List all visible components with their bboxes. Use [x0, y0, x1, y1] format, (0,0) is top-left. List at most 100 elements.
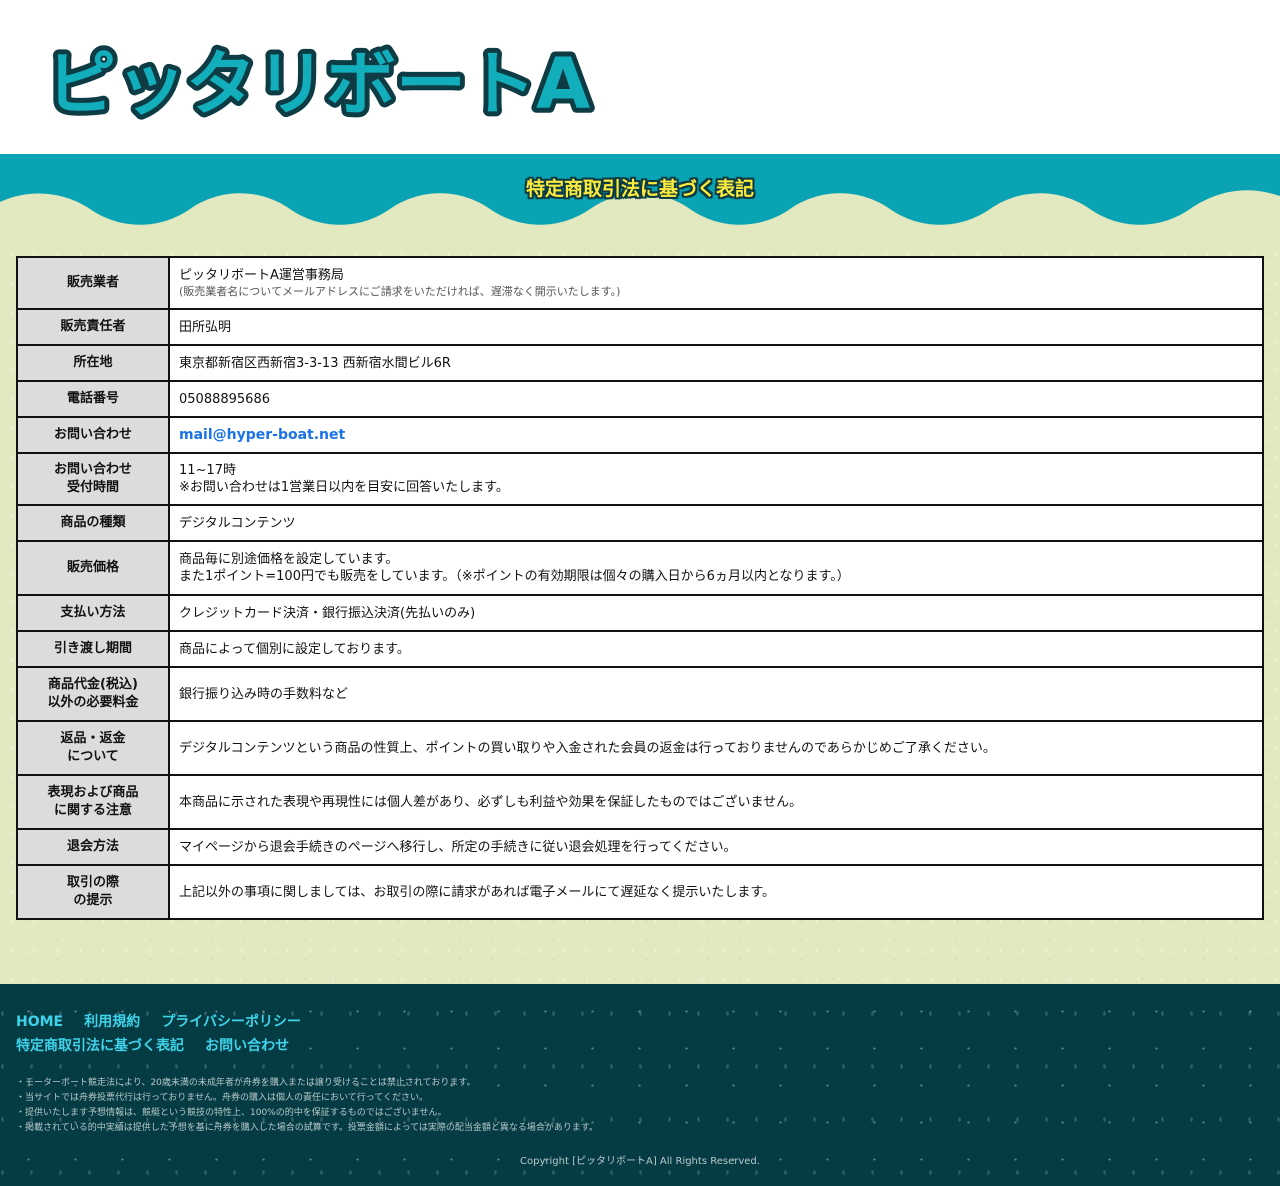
row-value-line: 05088895686: [179, 391, 270, 407]
row-label: 販売価格: [16, 540, 170, 596]
row-label: 販売業者: [16, 256, 170, 310]
row-label: 所在地: [16, 344, 170, 382]
footer-note: ・提供いたします予想情報は、競艇という競技の特性上、100%の的中を保証するもの…: [16, 1108, 447, 1118]
row-value: 商品毎に別途価格を設定しています。また1ポイント=100円でも販売をしています。…: [168, 540, 1264, 596]
footer-nav: HOME 利用規約 プライバシーポリシー 特定商取引法に基づく表記 お問い合わせ: [16, 1010, 1264, 1058]
row-value: mail@hyper-boat.net: [168, 416, 1264, 454]
table-row: 表現および商品 に関する注意 本商品に示された表現や再現性には個人差があり、必ずしも…: [16, 774, 1264, 830]
row-label-line: 以外の必要料金: [47, 695, 139, 710]
row-label: 表現および商品 に関する注意: [16, 774, 170, 830]
footer-note: ・当サイトでは舟券投票代行は行っておりません。舟券の購入は個人の責任において行っ…: [16, 1093, 429, 1103]
row-value: 11~17時 ※お問い合わせは1営業日以内を目安に回答いたします。: [168, 452, 1264, 506]
row-label-line: 販売業者: [66, 275, 119, 290]
row-value: マイページから退会手続きのページへ移行し、所定の手続きに従い退会処理を行ってくだ…: [168, 828, 1264, 866]
row-label-line: 販売責任者: [60, 319, 126, 334]
row-label-line: の提示: [73, 893, 113, 908]
row-label-line: に関する注意: [53, 803, 132, 818]
row-value-line: 上記以外の事項に関しましては、お取引の際に請求があれば電子メールにて遅延なく提示…: [179, 884, 776, 900]
row-value-line: 本商品に示された表現や再現性には個人差があり、必ずしも利益や効果を保証したもので…: [179, 794, 803, 810]
site-header: ピッタリボートA ピッタリボートA: [0, 0, 1280, 154]
row-value-line: デジタルコンテンツという商品の性質上、ポイントの買い取りや入金された会員の返金は…: [179, 740, 996, 756]
row-label-line: 返品・返金: [60, 731, 126, 746]
table-row: 販売業者 ピッタリボートA運営事務局 (販売業者名についてメールアドレスにご請求をい…: [16, 256, 1264, 310]
logo-text-fill: ピッタリボートA: [46, 43, 590, 125]
row-value: クレジットカード決済・銀行振込決済(先払いのみ): [168, 594, 1264, 632]
row-label-line: 表現および商品: [47, 785, 139, 800]
row-label: 電話番号: [16, 380, 170, 418]
row-label-line: 取引の際: [66, 875, 119, 890]
page-title: 特定商取引法に基づく表記: [525, 178, 754, 200]
email-link[interactable]: mail@hyper-boat.net: [179, 427, 345, 443]
row-value: 05088895686: [168, 380, 1264, 418]
row-label-line: 販売価格: [66, 560, 119, 575]
footer-link-contact[interactable]: お問い合わせ: [205, 1038, 289, 1054]
table-row: 所在地 東京都新宿区西新宿3-3-13 西新宿水間ビル6R: [16, 344, 1264, 382]
table-row: お問い合わせ mail@hyper-boat.net: [16, 416, 1264, 454]
row-label: 返品・返金 について: [16, 720, 170, 776]
table-row: 販売価格 商品毎に別途価格を設定しています。また1ポイント=100円でも販売をして…: [16, 540, 1264, 596]
footer-link-terms[interactable]: 利用規約: [84, 1014, 140, 1030]
row-value-line: 銀行振り込み時の手数料など: [179, 686, 349, 702]
row-value: 上記以外の事項に関しましては、お取引の際に請求があれば電子メールにて遅延なく提示…: [168, 864, 1264, 920]
page: ピッタリボートA ピッタリボートA 特定商取引法に基づく表記 販売業者 ピッタリボ…: [0, 0, 1280, 1186]
row-label: 販売責任者: [16, 308, 170, 346]
row-value: 東京都新宿区西新宿3-3-13 西新宿水間ビル6R: [168, 344, 1264, 382]
row-label-line: 受付時間: [66, 480, 119, 495]
row-value-line: 商品によって個別に設定しております。: [179, 641, 410, 657]
row-label-line: 所在地: [73, 355, 113, 370]
row-value-line: ※お問い合わせは1営業日以内を目安に回答いたします。: [179, 480, 509, 495]
table-row: 電話番号 05088895686: [16, 380, 1264, 418]
row-label-line: 電話番号: [66, 391, 119, 406]
row-value: 銀行振り込み時の手数料など: [168, 666, 1264, 722]
row-value-line: 11~17時: [179, 463, 236, 478]
row-label: 商品の種類: [16, 504, 170, 542]
row-label-line: 引き渡し期間: [53, 641, 132, 656]
row-value-line: デジタルコンテンツ: [179, 515, 296, 531]
row-value-line: 東京都新宿区西新宿3-3-13 西新宿水間ビル6R: [179, 355, 451, 371]
footer-link-privacy[interactable]: プライバシーポリシー: [161, 1014, 301, 1030]
row-value: 本商品に示された表現や再現性には個人差があり、必ずしも利益や効果を保証したもので…: [168, 774, 1264, 830]
row-label-line: お問い合わせ: [53, 427, 132, 442]
row-value-line: 田所弘明: [179, 319, 232, 335]
title-band: 特定商取引法に基づく表記: [0, 154, 1280, 240]
row-value: デジタルコンテンツという商品の性質上、ポイントの買い取りや入金された会員の返金は…: [168, 720, 1264, 776]
site-logo[interactable]: ピッタリボートA ピッタリボートA: [40, 26, 600, 130]
table-row: 返品・返金 について デジタルコンテンツという商品の性質上、ポイントの買い取りや入金…: [16, 720, 1264, 776]
footer-nav-row-2: 特定商取引法に基づく表記 お問い合わせ: [16, 1034, 1264, 1058]
row-label: 退会方法: [16, 828, 170, 866]
row-value-line: また1ポイント=100円でも販売をしています。（※ポイントの有効期限は個々の購入…: [179, 569, 850, 584]
table-row: 退会方法 マイページから退会手続きのページへ移行し、所定の手続きに従い退会処理を行…: [16, 828, 1264, 866]
row-value: 田所弘明: [168, 308, 1264, 346]
row-value: デジタルコンテンツ: [168, 504, 1264, 542]
row-value-note: (販売業者名についてメールアドレスにご請求をいただければ、遅滞なく開示いたします…: [179, 284, 621, 298]
site-footer: HOME 利用規約 プライバシーポリシー 特定商取引法に基づく表記 お問い合わせ…: [0, 984, 1280, 1186]
row-value: 商品によって個別に設定しております。: [168, 630, 1264, 668]
row-label-line: 商品の種類: [60, 515, 126, 530]
row-label-line: お問い合わせ: [53, 462, 132, 477]
row-value-line: 商品毎に別途価格を設定しています。: [179, 552, 399, 567]
table-row: 引き渡し期間 商品によって個別に設定しております。: [16, 630, 1264, 668]
row-value-line: ピッタリボートA運営事務局: [179, 267, 344, 283]
row-label: 取引の際 の提示: [16, 864, 170, 920]
table-row: 販売責任者 田所弘明: [16, 308, 1264, 346]
row-value: ピッタリボートA運営事務局 (販売業者名についてメールアドレスにご請求をいただけれ…: [168, 256, 1264, 310]
footer-note: ・モーターボート競走法により、20歳未満の未成年者が舟券を購入または譲り受けるこ…: [16, 1078, 476, 1088]
row-label: お問い合わせ: [16, 416, 170, 454]
row-label: 引き渡し期間: [16, 630, 170, 668]
row-label-line: 退会方法: [66, 839, 119, 854]
table-row: 商品代金(税込) 以外の必要料金 銀行振り込み時の手数料など: [16, 666, 1264, 722]
row-label-line: 支払い方法: [60, 605, 126, 620]
row-value-line: マイページから退会手続きのページへ移行し、所定の手続きに従い退会処理を行ってくだ…: [179, 839, 737, 855]
row-label: 支払い方法: [16, 594, 170, 632]
table-row: 取引の際 の提示 上記以外の事項に関しましては、お取引の際に請求があれば電子メールに…: [16, 864, 1264, 920]
table-row: 支払い方法 クレジットカード決済・銀行振込決済(先払いのみ): [16, 594, 1264, 632]
footer-note: ・掲載されている的中実績は提供した予想を基に舟券を購入した場合の試算です。投票金…: [16, 1123, 599, 1133]
row-label: 商品代金(税込) 以外の必要料金: [16, 666, 170, 722]
footer-link-tokusho[interactable]: 特定商取引法に基づく表記: [16, 1038, 184, 1054]
table-row: 商品の種類 デジタルコンテンツ: [16, 504, 1264, 542]
copyright: Copyright [ピッタリボートA] All Rights Reserved…: [520, 1156, 760, 1167]
footer-notes: ・モーターボート競走法により、20歳未満の未成年者が舟券を購入または譲り受けるこ…: [16, 1076, 1264, 1136]
legal-info-table: 販売業者 ピッタリボートA運営事務局 (販売業者名についてメールアドレスにご請求をい…: [16, 256, 1264, 920]
row-label-line: について: [67, 749, 119, 764]
footer-link-home[interactable]: HOME: [16, 1014, 63, 1030]
